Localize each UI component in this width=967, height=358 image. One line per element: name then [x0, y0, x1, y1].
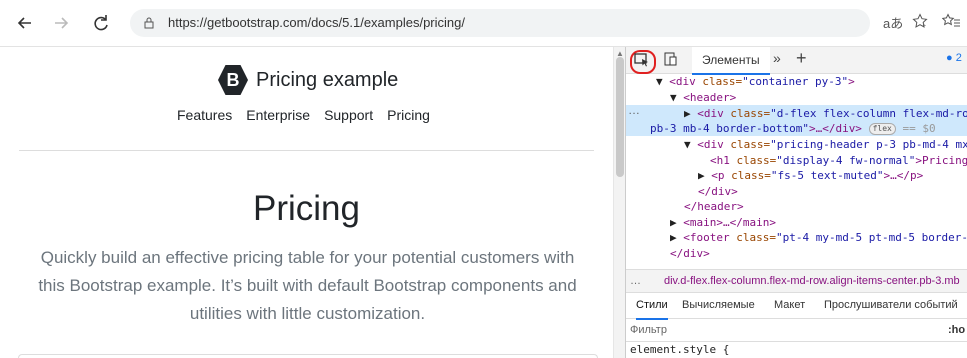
- brand-title: Pricing example: [256, 68, 399, 91]
- breadcrumb: … div.d-flex.flex-column.flex-md-row.ali…: [626, 269, 967, 293]
- dom-node-continuation[interactable]: pb-3 mb-4 border-bottom">…</div> flex ==…: [650, 121, 936, 137]
- styles-tabbar: Стили Вычисляемые Макет Прослушиватели с…: [626, 292, 967, 320]
- address-bar[interactable]: https://getbootstrap.com/docs/5.1/exampl…: [130, 9, 870, 37]
- browser-toolbar: https://getbootstrap.com/docs/5.1/exampl…: [0, 0, 967, 47]
- lock-icon[interactable]: [144, 16, 154, 29]
- favorite-icon[interactable]: +: [912, 13, 928, 32]
- node-actions-ellipsis[interactable]: …: [628, 103, 640, 119]
- nav-link-support[interactable]: Support: [324, 107, 373, 123]
- message-icon: ●: [946, 52, 953, 64]
- hover-state-toggle[interactable]: :ho: [948, 319, 965, 341]
- device-toolbar-icon[interactable]: [664, 52, 678, 66]
- dom-node-selected[interactable]: ▶ <div class="d-flex flex-column flex-md…: [684, 106, 967, 122]
- element-style-rule: element.style {: [630, 343, 730, 356]
- tab-elements[interactable]: Элементы: [692, 47, 770, 75]
- selected-node-marker: == $0: [902, 122, 936, 135]
- dom-node[interactable]: </div>: [670, 246, 710, 262]
- dom-node[interactable]: </header>: [684, 199, 744, 215]
- tab-computed[interactable]: Вычисляемые: [682, 292, 755, 318]
- scrollbar-thumb[interactable]: [616, 57, 624, 177]
- issues-badge[interactable]: ● 2: [946, 52, 962, 64]
- brand[interactable]: B Pricing example: [218, 65, 398, 95]
- tab-styles[interactable]: Стили: [636, 292, 668, 320]
- dom-node[interactable]: ▶ <footer class="pt-4 my-md-5 pt-md-5 bo…: [670, 230, 967, 246]
- favorites-list-icon[interactable]: [941, 13, 960, 32]
- more-tabs-button[interactable]: »: [773, 50, 781, 66]
- dom-node[interactable]: ▶ <p class="fs-5 text-muted">…</p>: [698, 168, 923, 184]
- dom-node[interactable]: ▶ <main>…</main>: [670, 215, 776, 231]
- nav-link-enterprise[interactable]: Enterprise: [246, 107, 310, 123]
- dom-node[interactable]: ▼ <div class="container py-3">: [656, 74, 855, 90]
- page-heading: Pricing: [253, 189, 360, 228]
- header-divider: [19, 150, 594, 151]
- reload-icon[interactable]: [90, 12, 112, 34]
- bootstrap-logo-icon: B: [218, 65, 248, 95]
- page-lead: Quickly build an effective pricing table…: [38, 248, 577, 323]
- forward-icon[interactable]: [50, 12, 72, 34]
- svg-text:+: +: [922, 23, 926, 29]
- nav-link-features[interactable]: Features: [177, 107, 232, 123]
- url-text: https://getbootstrap.com/docs/5.1/exampl…: [168, 15, 465, 30]
- tab-layout[interactable]: Макет: [774, 292, 805, 318]
- dom-node[interactable]: </div>: [698, 184, 738, 200]
- add-tab-button[interactable]: +: [796, 48, 807, 69]
- read-aloud-icon[interactable]: aあ: [883, 13, 903, 32]
- inspect-element-icon[interactable]: [630, 50, 656, 74]
- devtools-tabbar: Элементы » + ● 2: [626, 47, 967, 75]
- issues-count: 2: [955, 52, 962, 64]
- flex-badge[interactable]: flex: [868, 123, 896, 135]
- filter-input[interactable]: Фильтр: [630, 319, 667, 341]
- site-nav: Features Enterprise Support Pricing: [177, 107, 430, 123]
- dom-node[interactable]: ▼ <header>: [670, 90, 736, 106]
- dom-tree: … ▼ <div class="container py-3"> ▼ <head…: [626, 73, 967, 269]
- devtools-panel: Элементы » + ● 2 … ▼ <div class="contain…: [625, 47, 967, 358]
- dom-node[interactable]: ▼ <div class="pricing-header p-3 pb-md-4…: [684, 137, 967, 153]
- web-page: B Pricing example Features Enterprise Su…: [0, 47, 613, 358]
- styles-filter[interactable]: Фильтр :ho: [626, 319, 967, 342]
- breadcrumb-ellipsis[interactable]: …: [630, 270, 641, 292]
- breadcrumb-item[interactable]: div.d-flex.flex-column.flex-md-row.align…: [664, 270, 960, 292]
- back-icon[interactable]: [14, 12, 36, 34]
- pricing-card-top-edge: [18, 354, 598, 358]
- nav-link-pricing[interactable]: Pricing: [387, 107, 430, 123]
- dom-node[interactable]: <h1 class="display-4 fw-normal">Pricing<…: [710, 153, 967, 169]
- tab-event-listeners[interactable]: Прослушиватели событий: [824, 292, 958, 318]
